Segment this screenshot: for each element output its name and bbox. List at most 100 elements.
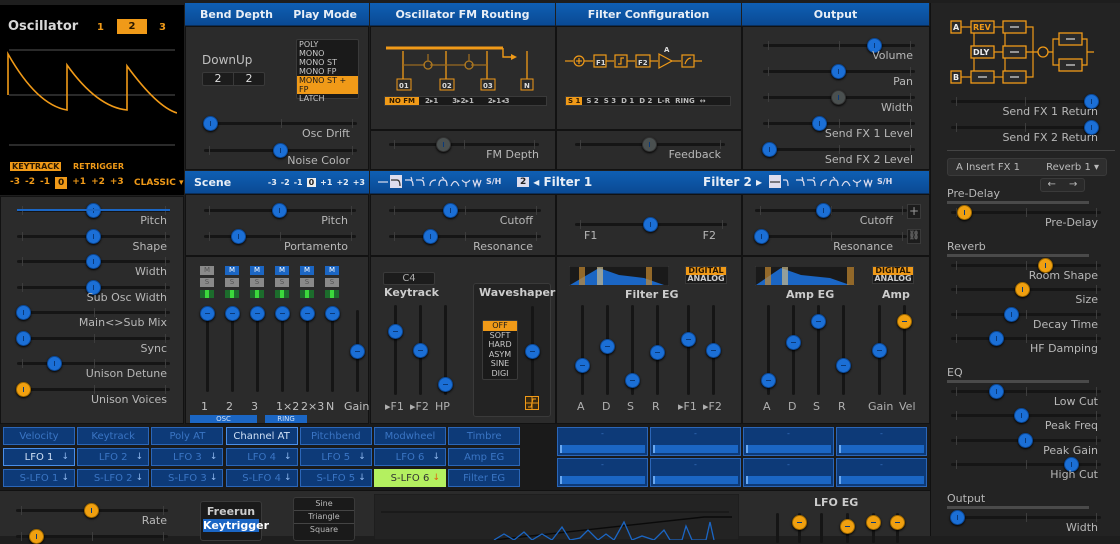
keytrack-1-knob[interactable]	[413, 343, 428, 358]
noise-color-knob[interactable]	[272, 143, 288, 158]
filter1-resonance-knob[interactable]	[422, 229, 438, 244]
osc-octave-5[interactable]: +2	[91, 177, 105, 189]
fx-slot-name[interactable]: A Insert FX 1	[956, 162, 1020, 173]
filter-routing-option[interactable]: S 1	[566, 97, 583, 105]
scene-octave-4[interactable]: +1	[320, 178, 332, 187]
amp-eg-3-track[interactable]	[842, 305, 845, 395]
mod-source-s-lfo-4[interactable]: S-LFO 4 ↓	[225, 469, 298, 487]
osc-type-dropdown[interactable]: CLASSIC ▾	[134, 178, 183, 188]
osc-octave-3[interactable]: 0	[55, 177, 68, 189]
lfo-trigger-keytrigger[interactable]: Keytrigger	[203, 519, 269, 532]
mixer-5-knob[interactable]	[325, 306, 340, 321]
fx-low-cut-track[interactable]	[951, 386, 1101, 396]
lfo-shape-sine[interactable]: Sine	[294, 498, 354, 511]
play-mode-option[interactable]: MONO	[297, 49, 358, 58]
lfo-eg-knob[interactable]	[866, 515, 881, 530]
macro-slot[interactable]: -	[836, 458, 927, 487]
scene-octave-3[interactable]: 0	[306, 177, 317, 187]
filter-eg-4-knob[interactable]	[681, 331, 696, 347]
fx-peak-freq-knob[interactable]	[1013, 408, 1029, 423]
solo-button[interactable]: S	[275, 278, 289, 287]
filter-eg-5-knob[interactable]	[706, 343, 721, 358]
filter-routing-option[interactable]: S 2	[586, 97, 598, 105]
fm-depth-knob[interactable]	[435, 137, 451, 152]
bend-down-value[interactable]: 2	[203, 73, 234, 85]
fx-routing-diagram[interactable]: A B REV DLY	[949, 19, 1099, 89]
solo-button[interactable]: S	[325, 278, 339, 287]
fx-pre-delay-track[interactable]	[951, 208, 1101, 217]
send-fx2-return-track[interactable]	[951, 123, 1099, 132]
lfo-trigger-freerun[interactable]: Freerun	[201, 505, 261, 518]
solo-button[interactable]: S	[300, 278, 314, 287]
output-send-fx-1-level-track[interactable]	[763, 119, 915, 128]
osc-shape-knob[interactable]	[85, 228, 101, 244]
mute-button[interactable]: M	[200, 266, 214, 275]
waveshaper-option[interactable]: HARD	[483, 340, 517, 350]
scene-octave-0[interactable]: -3	[268, 178, 277, 187]
filter1-tab[interactable]: ◂ Filter 1	[533, 175, 592, 189]
osc-octave-4[interactable]: +1	[72, 177, 86, 189]
osc-drift-track[interactable]	[204, 119, 357, 128]
fx-width-knob[interactable]	[950, 509, 965, 525]
bend-up-value[interactable]: 2	[234, 73, 264, 85]
mute-button[interactable]: M	[250, 266, 264, 275]
filter-routing-option[interactable]: S 3	[604, 97, 616, 105]
filter-eg-3-knob[interactable]	[650, 345, 665, 361]
lfo-eg-knob[interactable]	[890, 515, 905, 530]
mod-source-amp-eg[interactable]: Amp EG	[448, 448, 521, 466]
filter1-resonance-track[interactable]	[389, 232, 541, 241]
mixer-0-knob[interactable]	[200, 306, 215, 321]
mod-source-lfo-3[interactable]: LFO 3 ↓	[151, 448, 224, 466]
retrigger-toggle[interactable]: RETRIGGER	[73, 162, 124, 171]
mod-source-modwheel[interactable]: Modwheel	[374, 427, 446, 445]
mod-source-timbre[interactable]: Timbre	[448, 427, 521, 445]
waveshaper-drive-knob[interactable]	[525, 344, 540, 359]
lfo-rate-knob[interactable]	[84, 503, 99, 518]
mod-source-pitchbend[interactable]: Pitchbend	[299, 427, 372, 445]
play-mode-option[interactable]: MONO ST + FP	[297, 76, 358, 94]
waveshaper-curve-icon[interactable]	[525, 396, 539, 410]
mute-button[interactable]: M	[225, 266, 239, 275]
keytrack-0-track[interactable]	[394, 305, 397, 395]
play-mode-option[interactable]: POLY	[297, 40, 358, 49]
mod-source-s-lfo-1[interactable]: S-LFO 1 ↓	[3, 469, 75, 487]
fm-routing-diagram[interactable]: 01 02 03 N	[383, 45, 548, 95]
filter2-add-button[interactable]: +	[907, 204, 921, 219]
fx-hf-damping-knob[interactable]	[989, 331, 1005, 346]
mod-source-channel-at[interactable]: Channel AT	[225, 427, 298, 445]
filter1-type-icons[interactable]: S/H	[378, 175, 513, 189]
filter2-resonance-track[interactable]	[755, 232, 907, 241]
mixer-3-knob[interactable]	[275, 306, 290, 321]
filter-routing-option[interactable]: L-R	[657, 97, 670, 105]
osc-main-sub-mix-knob[interactable]	[16, 305, 31, 320]
output-width-knob[interactable]	[831, 90, 846, 105]
mod-source-lfo-6[interactable]: LFO 6 ↓	[374, 448, 446, 466]
osc-tab-2[interactable]: 2	[117, 19, 147, 34]
mod-source-velocity[interactable]: Velocity	[3, 427, 75, 445]
macro-slot[interactable]: -	[557, 458, 648, 487]
keytrack-toggle[interactable]: KEYTRACK	[10, 162, 62, 171]
analog-mode[interactable]: ANALOG	[686, 275, 726, 283]
osc-sync-knob[interactable]	[16, 330, 31, 346]
osc-unison-voices-knob[interactable]	[16, 381, 31, 397]
fx-hf-damping-track[interactable]	[951, 334, 1101, 343]
filter-balance-knob[interactable]	[643, 217, 658, 232]
send-fx1-return-track[interactable]	[951, 97, 1099, 106]
mod-source-s-lfo-3[interactable]: S-LFO 3 ↓	[151, 469, 224, 487]
macro-slot[interactable]: -	[650, 427, 741, 456]
solo-button[interactable]: S	[225, 278, 239, 287]
mod-source-lfo-5[interactable]: LFO 5 ↓	[299, 448, 372, 466]
fx-slot-selector[interactable]: A Insert FX 1 Reverb 1 ▾	[947, 158, 1107, 176]
mod-source-keytrack[interactable]: Keytrack	[77, 427, 150, 445]
mod-source-poly-at[interactable]: Poly AT	[151, 427, 224, 445]
filter-eg-0-knob[interactable]	[575, 358, 590, 374]
mod-source-s-lfo-5[interactable]: S-LFO 5 ↓	[299, 469, 372, 487]
lfo-shape-triangle[interactable]: Triangle	[294, 511, 354, 524]
output-volume-track[interactable]	[763, 41, 915, 50]
keytrack-0-knob[interactable]	[388, 324, 403, 339]
filter-eg-4-track[interactable]	[687, 305, 690, 395]
fx-low-cut-knob[interactable]	[989, 383, 1005, 399]
scene-octave-2[interactable]: -1	[294, 178, 303, 187]
osc-octave-6[interactable]: +3	[110, 177, 124, 189]
fm-mode-option[interactable]: 2▸1	[425, 97, 438, 105]
